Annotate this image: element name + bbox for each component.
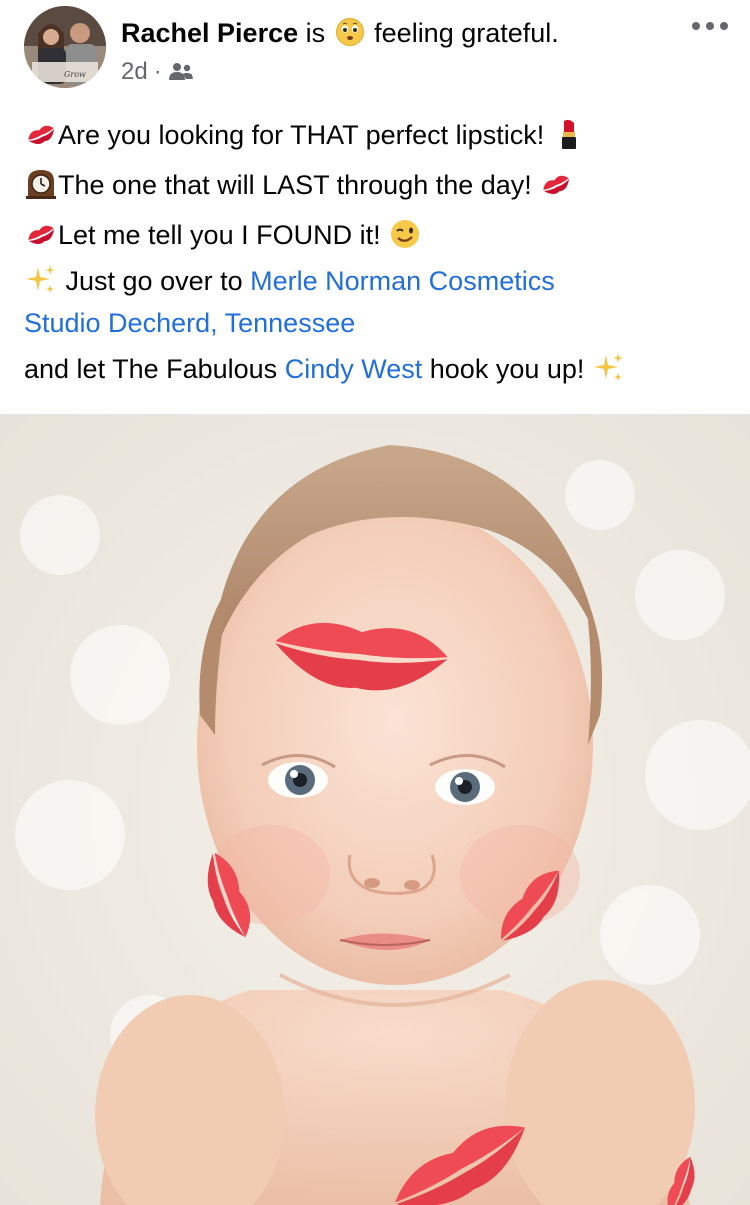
is-text: is <box>305 18 326 48</box>
author-name[interactable]: Rachel Pierce <box>121 18 298 48</box>
body-line-2-text: The one that will LAST through the day! <box>58 170 532 200</box>
avatar[interactable]: Grow <box>24 6 106 88</box>
sparkles-icon <box>592 351 626 385</box>
grateful-face-icon <box>335 17 365 47</box>
post-body: Are you looking for THAT perfect lipstic… <box>24 110 724 394</box>
kiss-mark-icon <box>24 117 58 151</box>
merle-norman-link[interactable]: Merle Norman Cosmetics <box>250 266 555 296</box>
body-line-4-text: Just go over to <box>65 266 243 296</box>
body-line-1-text: Are you looking for THAT perfect lipstic… <box>58 120 545 150</box>
cindy-west-link[interactable]: Cindy West <box>285 354 423 384</box>
lipstick-icon <box>552 117 586 151</box>
baby-photo-illustration <box>0 415 750 1205</box>
post-meta: 2d · <box>121 55 194 89</box>
avatar-photo: Grow <box>24 6 106 88</box>
kiss-mark-icon <box>539 167 573 201</box>
more-dot <box>706 22 714 30</box>
kiss-mark-icon <box>24 217 58 251</box>
body-line-1: Are you looking for THAT perfect lipstic… <box>24 110 724 160</box>
studio-decherd-link[interactable]: Studio Decherd, Tennessee <box>24 308 355 338</box>
post-header: Grow Rachel Pierce is feeling grateful. … <box>0 0 750 96</box>
body-line-3-text: Let me tell you I FOUND it! <box>58 220 381 250</box>
post-photo[interactable] <box>0 414 750 1205</box>
svg-text:Grow: Grow <box>64 70 86 79</box>
body-line-4: Just go over to Merle Norman Cosmetics <box>24 260 724 302</box>
more-dot <box>720 22 728 30</box>
meta-separator: · <box>153 58 162 85</box>
body-line-5: Studio Decherd, Tennessee <box>24 302 724 344</box>
body-line-6: and let The Fabulous Cindy West hook you… <box>24 344 724 394</box>
post-time[interactable]: 2d <box>121 55 148 89</box>
winking-face-icon <box>388 217 422 251</box>
friends-icon[interactable] <box>168 61 194 83</box>
body-line-2: The one that will LAST through the day! <box>24 160 724 210</box>
body-line-6-suffix: hook you up! <box>429 354 585 384</box>
clock-icon <box>24 167 58 201</box>
more-dot <box>692 22 700 30</box>
sparkles-icon <box>24 263 58 297</box>
header-line: Rachel Pierce is feeling grateful. <box>121 14 559 52</box>
feeling-text: feeling grateful. <box>374 18 559 48</box>
body-line-6-prefix: and let The Fabulous <box>24 354 278 384</box>
body-line-3: Let me tell you I FOUND it! <box>24 210 724 260</box>
more-options-icon[interactable] <box>692 16 728 36</box>
